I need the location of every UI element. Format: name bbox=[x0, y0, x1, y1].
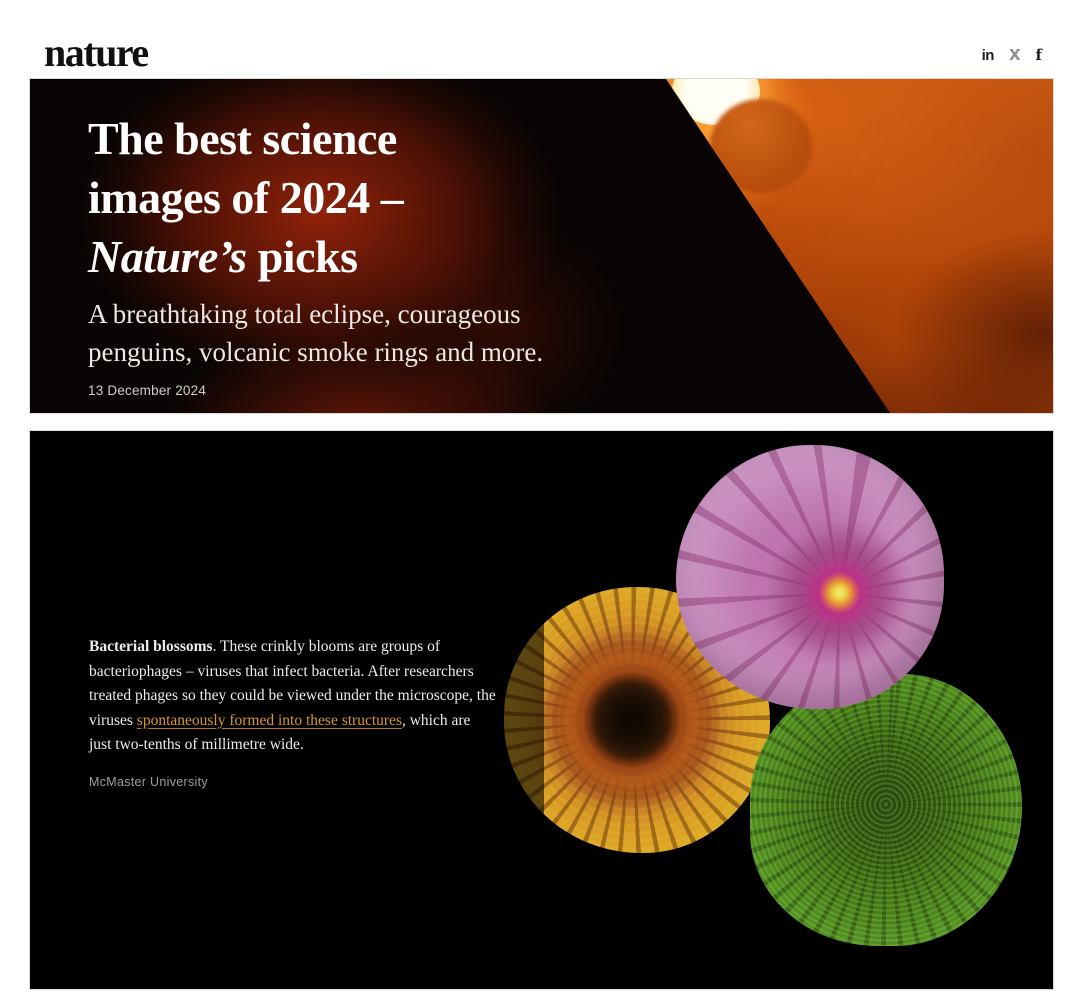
story-card: Bacterial blossoms. These crinkly blooms… bbox=[30, 431, 1053, 989]
green-bloom-image bbox=[750, 674, 1022, 946]
x-icon[interactable]: X bbox=[1009, 48, 1021, 63]
title-italic-word: Nature’s bbox=[88, 231, 247, 282]
caption-lead: Bacterial blossoms bbox=[89, 638, 213, 655]
social-links: in X f bbox=[982, 48, 1042, 63]
structures-link[interactable]: spontaneously formed into these structur… bbox=[137, 712, 402, 729]
caption-text: Bacterial blossoms. These crinkly blooms… bbox=[89, 635, 571, 758]
nature-logo[interactable]: nature bbox=[44, 33, 148, 73]
hero-banner: The best scienceimages of 2024 –Nature’s… bbox=[30, 79, 1053, 413]
linkedin-icon[interactable]: in bbox=[982, 48, 994, 63]
image-credit: McMaster University bbox=[89, 775, 571, 789]
site-header: nature in X f bbox=[0, 0, 1080, 79]
pink-bloom-image bbox=[676, 445, 944, 709]
article-subtitle: A breathtaking total eclipse, courageous… bbox=[88, 295, 1053, 371]
page-title: The best scienceimages of 2024 –Nature’s… bbox=[88, 109, 1053, 286]
facebook-icon[interactable]: f bbox=[1036, 48, 1042, 63]
caption-block: Bacterial blossoms. These crinkly blooms… bbox=[89, 635, 571, 789]
publish-date: 13 December 2024 bbox=[88, 383, 1053, 398]
hero-content: The best scienceimages of 2024 –Nature’s… bbox=[30, 79, 1053, 398]
